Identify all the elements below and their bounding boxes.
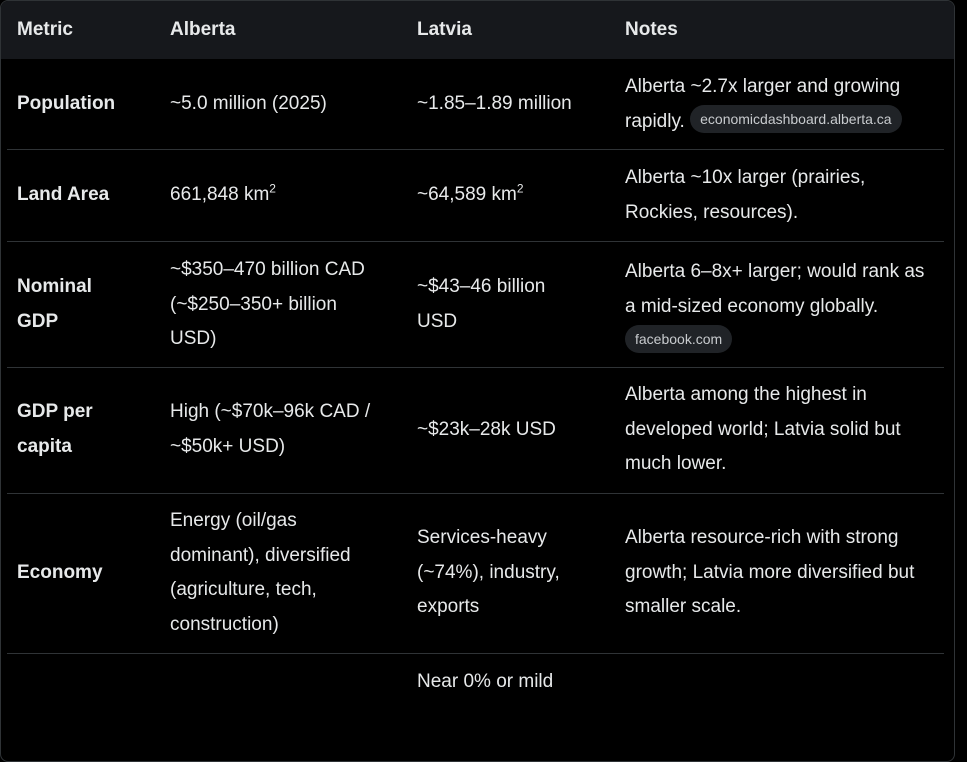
notes-cell: Alberta resource-rich with strong growth… xyxy=(625,527,915,617)
notes-text: rapidly. xyxy=(625,110,685,132)
metric-cell: GDP per capita xyxy=(17,401,93,457)
notes-cell: Alberta ~2.7x larger and growing rapidly… xyxy=(625,70,940,139)
table-header: Metric Alberta Latvia Notes xyxy=(1,1,954,59)
latvia-value: ~64,589 km xyxy=(417,184,517,205)
notes-text: Alberta 6–8x+ larger; would rank as a mi… xyxy=(625,261,925,317)
metric-cell: Economy xyxy=(17,562,103,583)
alberta-cell: High (~$70k–96k CAD / ~$50k+ USD) xyxy=(170,401,371,457)
notes-cell: Alberta among the highest in developed w… xyxy=(625,384,901,474)
latvia-cell: ~$43–46 billion USD xyxy=(417,276,546,332)
table-row: Near 0% or mild xyxy=(7,654,944,761)
header-latvia: Latvia xyxy=(417,19,472,40)
source-link-pill[interactable]: economicdashboard.alberta.ca xyxy=(690,105,902,134)
table-row: Nominal GDP ~$350–470 billion CAD (~$250… xyxy=(7,242,944,368)
latvia-cell: ~1.85–1.89 million xyxy=(417,93,572,114)
table-row: GDP per capita High (~$70k–96k CAD / ~$5… xyxy=(7,368,944,494)
latvia-cell: ~$23k–28k USD xyxy=(417,419,556,440)
latvia-cell: Services-heavy (~74%), industry, exports xyxy=(417,527,560,617)
notes-line: rapidly. economicdashboard.alberta.ca xyxy=(625,105,940,140)
source-link-pill[interactable]: facebook.com xyxy=(625,324,733,353)
table-row: Economy Energy (oil/gas dominant), diver… xyxy=(7,494,944,654)
alberta-cell: ~5.0 million (2025) xyxy=(170,93,327,114)
comparison-table: Metric Alberta Latvia Notes Population ~… xyxy=(0,0,955,762)
alberta-cell: ~$350–470 billion CAD (~$250–350+ billio… xyxy=(170,259,365,349)
alberta-value: 661,848 km xyxy=(170,184,270,205)
header-alberta: Alberta xyxy=(170,19,236,40)
superscript: 2 xyxy=(516,181,524,196)
metric-cell: Population xyxy=(17,93,116,114)
header-metric: Metric xyxy=(17,19,73,40)
notes-cell: Alberta 6–8x+ larger; would rank as a mi… xyxy=(625,255,940,359)
metric-cell: Land Area xyxy=(17,184,110,205)
latvia-cell: Near 0% or mild xyxy=(417,671,554,692)
alberta-cell: Energy (oil/gas dominant), diversified (… xyxy=(170,510,351,635)
latvia-cell: ~64,589 km2 xyxy=(417,178,607,213)
notes-cell: Alberta ~10x larger (prairies, Rockies, … xyxy=(625,167,866,223)
table-row: Population ~5.0 million (2025) ~1.85–1.8… xyxy=(7,59,944,150)
table-row: Land Area 661,848 km2 ~64,589 km2 Albert… xyxy=(7,150,944,242)
notes-source-line: facebook.com xyxy=(625,324,940,359)
metric-cell: Nominal GDP xyxy=(17,276,92,332)
superscript: 2 xyxy=(269,181,276,196)
alberta-cell: 661,848 km2 xyxy=(170,178,390,213)
notes-line: Alberta ~2.7x larger and growing xyxy=(625,76,901,97)
header-notes: Notes xyxy=(625,19,678,40)
